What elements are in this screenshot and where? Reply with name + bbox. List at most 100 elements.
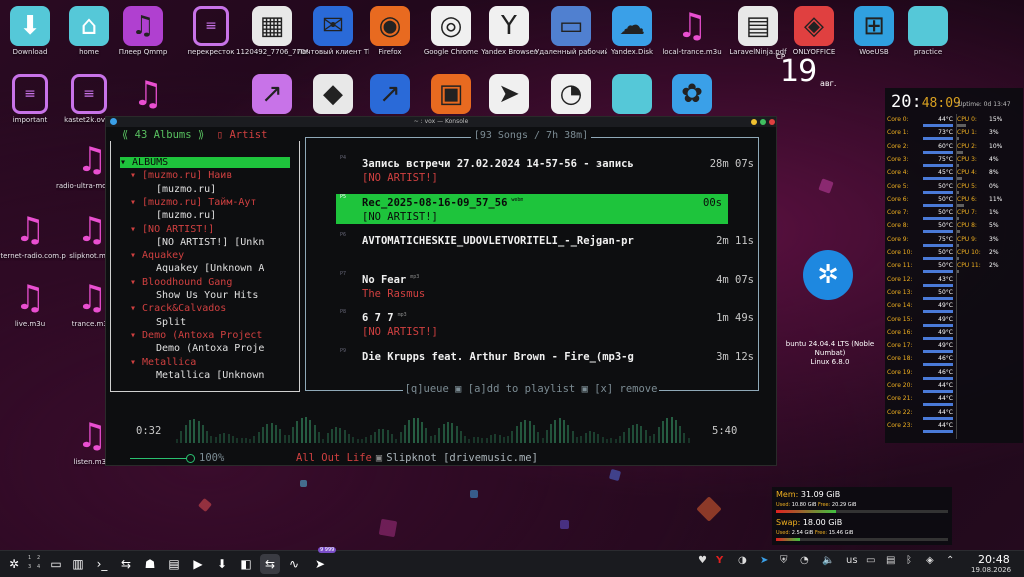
maximize-button[interactable] (760, 119, 766, 125)
visualizer-bar (498, 434, 501, 443)
tree-artist-item[interactable]: ▾ Bloodhound Gang (130, 277, 232, 288)
visualizer-bar (597, 434, 600, 443)
visualizer-bar (477, 436, 479, 443)
tree-album-item[interactable]: [muzmo.ru] (156, 184, 216, 195)
taskbar-clock[interactable]: 20:48 (978, 553, 1010, 566)
keyboard-layout-tray[interactable]: us (846, 555, 858, 566)
minimize-button[interactable] (751, 119, 757, 125)
vpn-tray-icon[interactable]: ♥ (698, 555, 707, 566)
telegram-tray-icon[interactable]: ➤ (760, 555, 768, 566)
tree-artist-item[interactable]: ▾ Aquakey (130, 250, 184, 261)
desktop-preview-icon[interactable]: ▭ (46, 554, 66, 574)
song-duration: 2m 11s (716, 235, 754, 247)
remote-desktop-icon: ▭ (551, 6, 591, 46)
visualizer-bar (412, 417, 415, 443)
desktop-icon-folder[interactable]: practice (892, 6, 964, 57)
visualizer-bar (352, 436, 355, 443)
window-titlebar[interactable]: ~ : vox — Konsole (106, 117, 776, 127)
visualizer-bar (537, 431, 540, 443)
core-temp: 75°C (938, 235, 953, 243)
tray-expand-chevron-icon[interactable]: ⌃ (946, 555, 954, 566)
song-artist: The Rasmus (362, 287, 426, 300)
updates-tray-icon[interactable]: ⛨ (780, 555, 788, 566)
chart-app-icon[interactable]: ▤ (164, 554, 184, 574)
cpu-usage-bar (957, 177, 962, 181)
tree-artist-item[interactable]: ▾ [muzmo.ru] Наив (130, 170, 232, 181)
tree-artist-item[interactable]: ▾ Demo (Antoxa Project (130, 330, 262, 341)
etcher-icon: ◆ (313, 74, 353, 114)
clipboard-tray-icon[interactable]: ◑ (738, 555, 747, 566)
cpu-name: CPU 2: (957, 142, 977, 150)
terminal-icon[interactable]: ›_ (92, 554, 112, 574)
core-temp-row: Core 7: 50°C (887, 209, 955, 222)
song-row[interactable]: P8 6 7 7 mp3 [NO ARTIST!] 1m 49s (340, 309, 760, 339)
cpu-usage-bar (957, 163, 959, 167)
song-row[interactable]: P9 Die Krupps feat. Arthur Brown - Fire_(… (340, 348, 760, 378)
display-tray-icon[interactable]: ▭ (866, 555, 875, 566)
monitor-task-icon[interactable]: ∿ (284, 554, 304, 574)
yandex-tray-icon[interactable]: Y (716, 555, 723, 566)
core-temp: 50°C (938, 288, 953, 296)
visualizer-bar (606, 438, 608, 443)
desktop-icon-playlist[interactable]: ♫ local-trance.m3u (656, 6, 728, 57)
close-button[interactable] (769, 119, 775, 125)
visualizer-bar (253, 435, 256, 443)
tux-icon[interactable]: ☗ (140, 554, 160, 574)
visualizer-bar (227, 433, 230, 443)
media-player-icon[interactable]: ▶ (188, 554, 208, 574)
song-row[interactable]: P7 No Fear mp3 The Rasmus 4m 07s (340, 271, 760, 301)
visualizer-bar (528, 421, 531, 443)
tree-album-item[interactable]: Aquakey [Unknown A (156, 263, 264, 274)
visualizer-bar (343, 430, 346, 443)
tree-root-albums[interactable]: ▾ ALBUMS (120, 157, 290, 168)
bluetooth-tray-icon[interactable]: ᛒ (906, 555, 912, 566)
visualizer-bar (679, 425, 682, 443)
tree-album-item[interactable]: Split (156, 317, 186, 328)
tree-artist-item[interactable]: ▾ Metallica (130, 357, 196, 368)
visualizer-bar (262, 427, 264, 443)
albums-header[interactable]: ⟪ 43 Albums ⟫ ▯ Artist (122, 129, 267, 141)
visualizer-bar (610, 438, 613, 443)
remmina-icon[interactable]: ⇆ (116, 554, 136, 574)
taskbar-date[interactable]: 19.08.2026 (971, 566, 1011, 574)
dolphin-icon[interactable]: ▥ (68, 554, 88, 574)
song-duration: 1m 49s (716, 312, 754, 324)
visualizer-bar (386, 429, 389, 443)
core-temp-row: Core 19: 46°C (887, 369, 955, 382)
printer-tray-icon[interactable]: ▤ (886, 555, 895, 566)
konsole-task-icon[interactable]: ⇆ (260, 554, 280, 574)
tree-album-item[interactable]: Metallica [Unknown (156, 370, 264, 381)
tree-album-item[interactable]: [muzmo.ru] (156, 210, 216, 221)
tree-album-item[interactable]: Demo (Antoxa Proje (156, 343, 264, 354)
volume-slider-knob[interactable] (186, 454, 195, 463)
memory-widget: Mem: 31.09 GiB Used: 10.80 GiB Free: 20.… (772, 487, 952, 545)
song-row[interactable]: P5 Rec_2025-08-16-09_57_56 webm [NO ARTIST!… (336, 193, 728, 224)
virtual-desktop-pager[interactable]: 12 34 (28, 554, 46, 572)
volume-tray-icon[interactable]: 🔈 (822, 555, 834, 566)
cpu-name: CPU 1: (957, 129, 977, 137)
cpu-usage-row: CPU 11: 2% (957, 262, 1021, 275)
song-row[interactable]: P4 Запись встречи 27.02.2024 14-57-56 - з… (340, 155, 760, 185)
tree-artist-item[interactable]: ▾ [NO ARTIST!] (130, 224, 214, 235)
tree-artist-item[interactable]: ▾ Crack&Calvados (130, 303, 226, 314)
tree-album-item[interactable]: [NO ARTIST!] [Unkn (156, 237, 264, 248)
visualizer-bar (416, 418, 419, 443)
download-manager-icon[interactable]: ⬇ (212, 554, 232, 574)
core-name: Core 4: (887, 169, 909, 177)
tree-artist-item[interactable]: ▾ [muzmo.ru] Тайм-Аут (130, 197, 256, 208)
media-tray-icon[interactable]: ◔ (800, 555, 809, 566)
telegram-task-icon[interactable]: ➤ (310, 554, 330, 574)
cpu-name: CPU 10: (957, 249, 981, 256)
volume-slider-track[interactable] (130, 458, 188, 459)
network-tray-icon[interactable]: ◈ (926, 555, 934, 566)
konsole-window[interactable]: ~ : vox — Konsole ⟪ 43 Albums ⟫ ▯ Artist… (105, 116, 777, 466)
core-name: Core 17: (887, 342, 913, 350)
cpu-usage: 8% (989, 169, 999, 177)
desktop-icon-qmmp[interactable]: ♫ Плеер Qmmp (107, 6, 179, 57)
core-name: Core 13: (887, 288, 913, 296)
photo-app-icon[interactable]: ◧ (236, 554, 256, 574)
application-launcher-icon[interactable]: ✲ (4, 554, 24, 574)
visualizer-bar (197, 420, 200, 443)
song-row[interactable]: P6 AVTOMATICHESKIE_UDOVLETVORITELI_-_Rejg… (340, 232, 760, 262)
tree-album-item[interactable]: Show Us Your Hits (156, 290, 258, 301)
